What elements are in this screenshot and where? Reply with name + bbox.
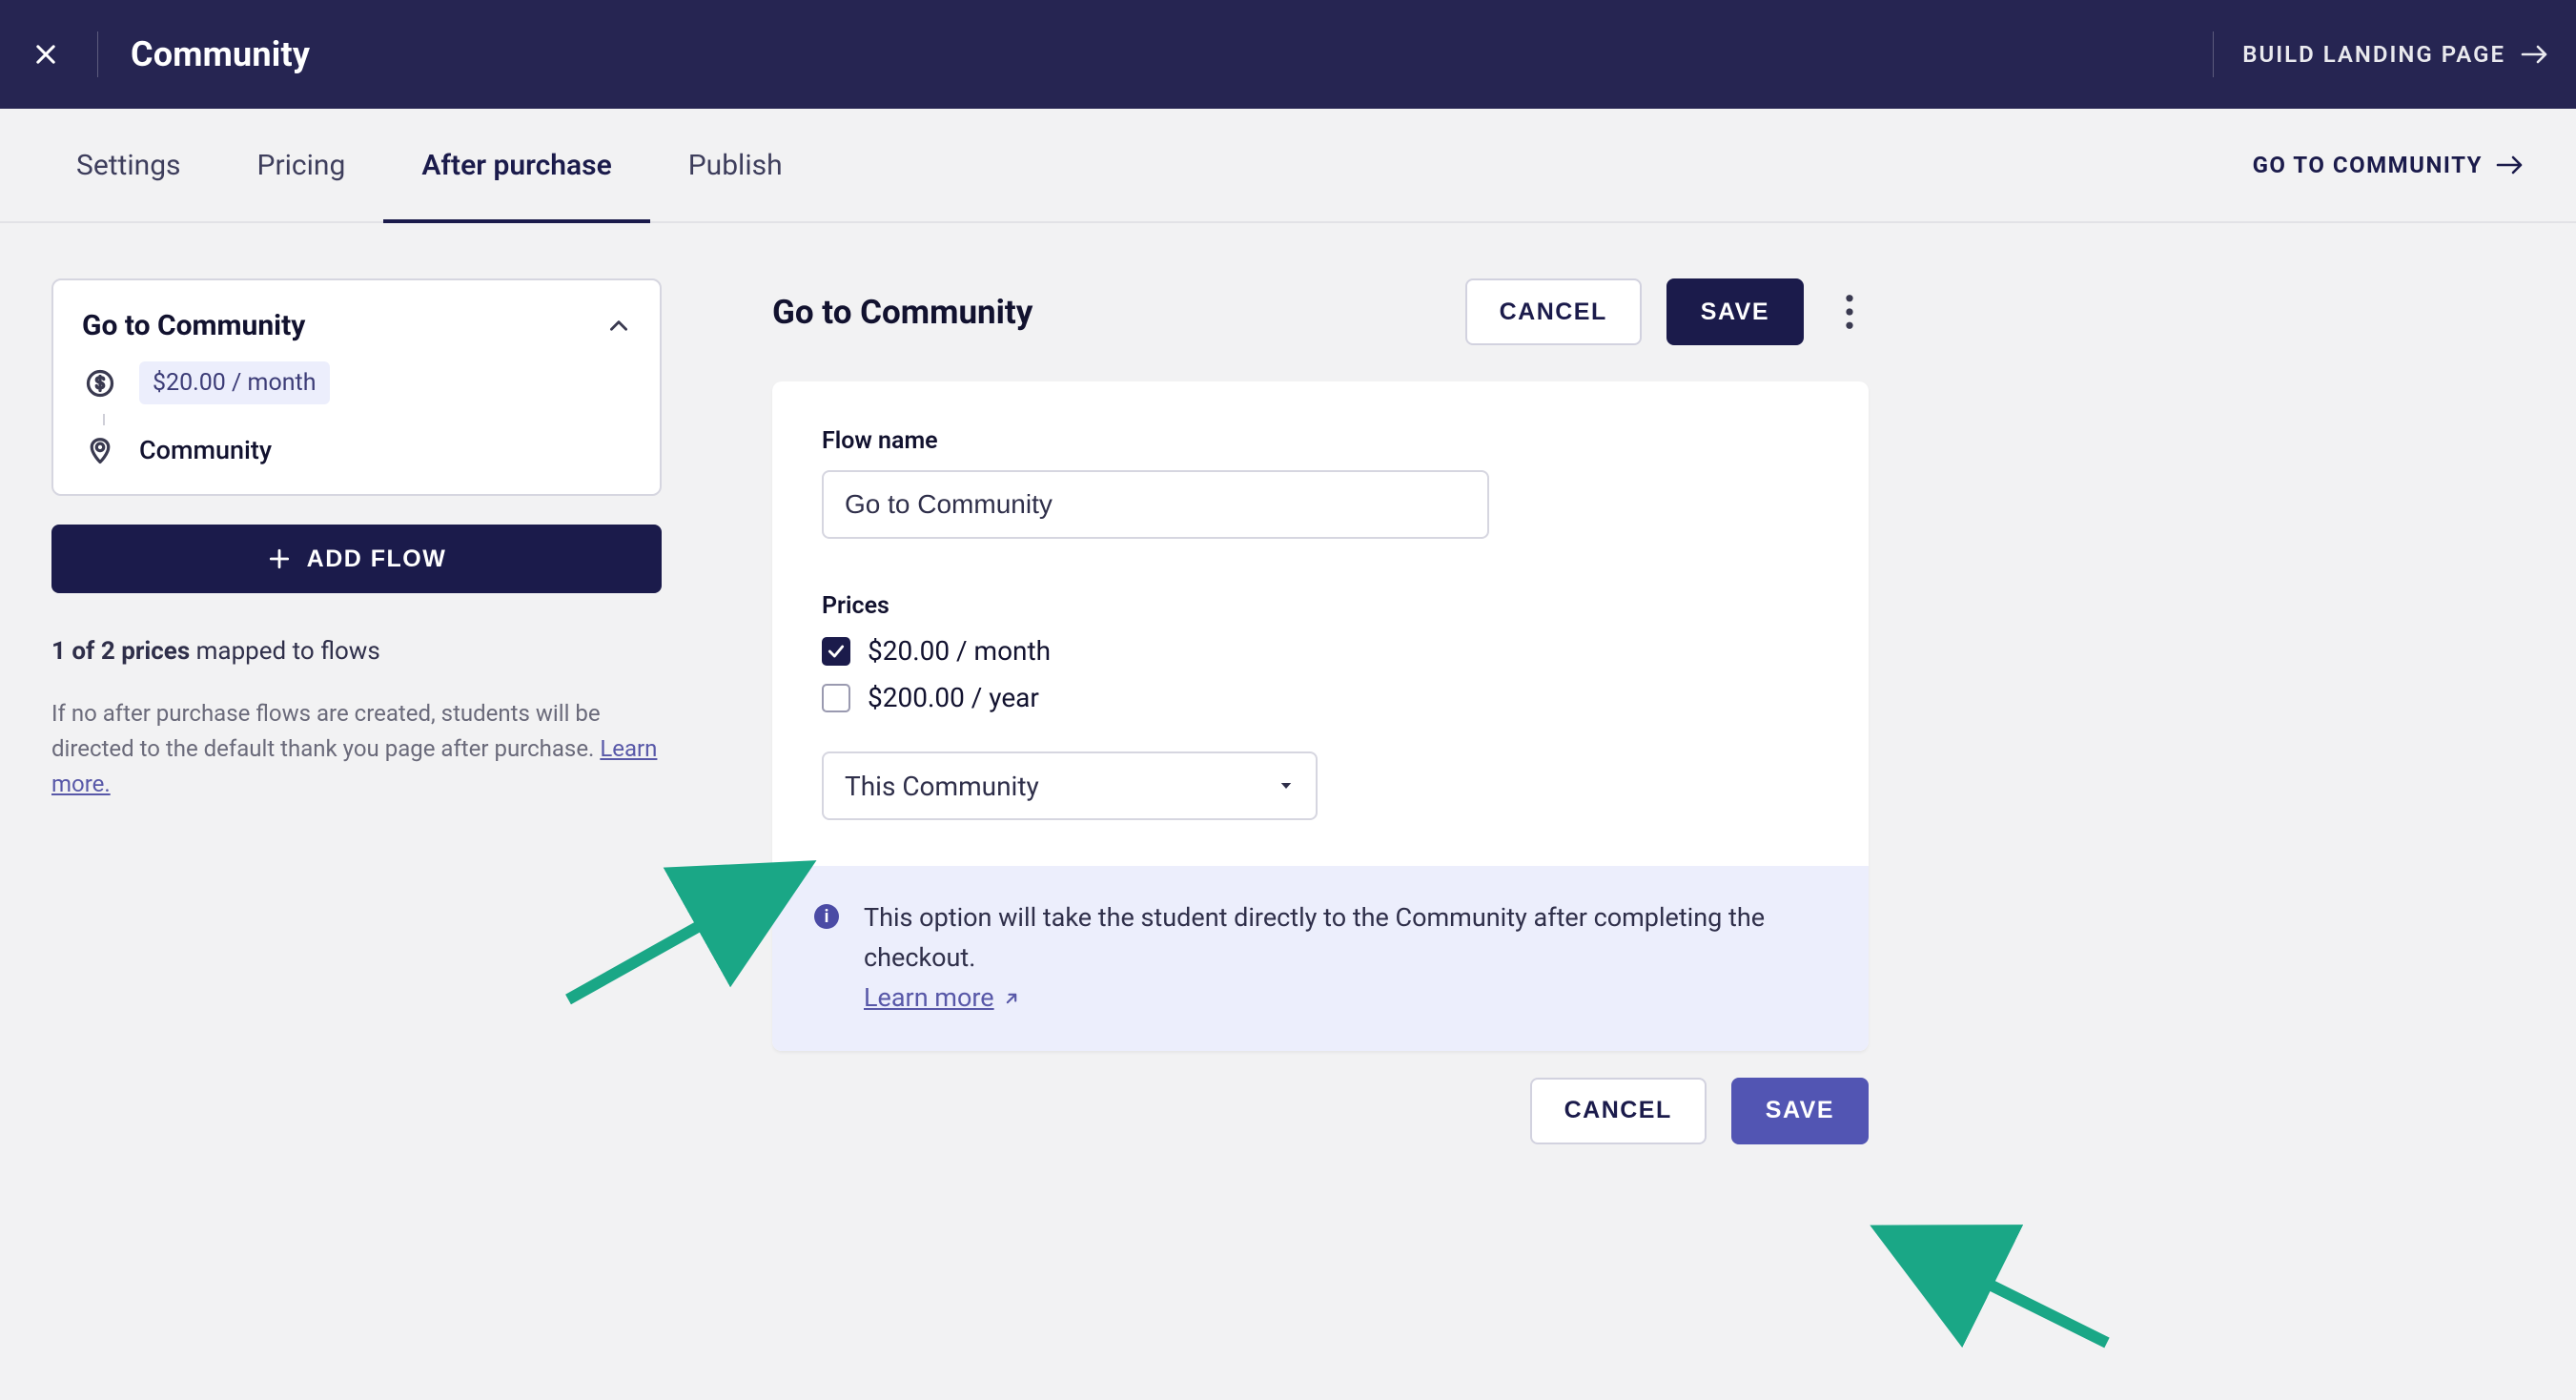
top-bar: Community BUILD LANDING PAGE xyxy=(0,0,2576,109)
kebab-icon xyxy=(1845,294,1854,330)
plus-icon xyxy=(267,546,292,571)
flow-steps: $20.00 / month Community xyxy=(86,361,631,465)
destination-select-value: This Community xyxy=(845,771,1039,802)
mapped-prices-tail: mapped to flows xyxy=(190,637,380,666)
chevron-up-icon xyxy=(606,314,631,339)
tab-settings[interactable]: Settings xyxy=(38,109,219,221)
build-landing-page-label: BUILD LANDING PAGE xyxy=(2242,41,2505,68)
tab-bar: Settings Pricing After purchase Publish … xyxy=(0,109,2576,223)
flow-name-input[interactable] xyxy=(822,470,1489,539)
editor-card-body: Flow name Prices $20.00 / month $200.00 … xyxy=(772,381,1869,866)
go-to-community-link[interactable]: GO TO COMMUNITY xyxy=(2253,109,2538,221)
external-link-icon xyxy=(1002,989,1021,1008)
save-button-bottom[interactable]: SAVE xyxy=(1731,1078,1869,1144)
save-label: SAVE xyxy=(1766,1097,1834,1124)
bottom-actions: CANCEL SAVE xyxy=(772,1078,1869,1144)
tab-publish[interactable]: Publish xyxy=(650,109,821,221)
save-button[interactable]: SAVE xyxy=(1666,278,1804,345)
price-option-1-label: $20.00 / month xyxy=(868,635,1051,667)
sidebar: Go to Community $20.00 / month Community xyxy=(51,278,662,803)
flow-card-title: Go to Community xyxy=(82,309,305,342)
info-icon: i xyxy=(814,904,839,929)
tab-label: Settings xyxy=(76,149,181,182)
info-learn-more-link[interactable]: Learn more xyxy=(864,978,1021,1019)
tab-label: After purchase xyxy=(421,149,611,182)
flow-card-header[interactable]: Go to Community xyxy=(82,309,631,342)
cancel-label: CANCEL xyxy=(1500,299,1607,326)
checkbox-checked-icon xyxy=(822,637,850,666)
info-text: This option will take the student direct… xyxy=(864,898,1827,1019)
destination-select[interactable]: This Community xyxy=(822,751,1318,820)
info-banner: i This option will take the student dire… xyxy=(772,866,1869,1051)
editor-card: Flow name Prices $20.00 / month $200.00 … xyxy=(772,381,1869,1051)
arrow-right-icon xyxy=(2521,44,2549,65)
add-flow-label: ADD FLOW xyxy=(307,546,447,573)
help-text: If no after purchase flows are created, … xyxy=(51,696,662,803)
close-icon xyxy=(32,41,59,68)
flow-name-label: Flow name xyxy=(822,427,1819,455)
editor: Go to Community CANCEL SAVE Flow name Pr… xyxy=(772,278,1869,1144)
annotation-arrow-save xyxy=(1869,1219,2116,1352)
build-landing-page-link[interactable]: BUILD LANDING PAGE xyxy=(2242,41,2549,68)
divider xyxy=(2213,31,2214,77)
price-option-2[interactable]: $200.00 / year xyxy=(822,682,1819,713)
cancel-label: CANCEL xyxy=(1564,1097,1672,1124)
prices-label: Prices xyxy=(822,592,1819,620)
flow-step-price: $20.00 / month xyxy=(86,361,631,404)
flow-connector xyxy=(103,414,105,425)
tab-after-purchase[interactable]: After purchase xyxy=(383,109,649,221)
prices-field: Prices $20.00 / month $200.00 / year xyxy=(822,592,1819,713)
divider xyxy=(97,31,98,77)
dollar-icon xyxy=(86,369,114,398)
editor-heading: Go to Community xyxy=(772,293,1465,332)
flow-step-destination: Community xyxy=(86,435,631,465)
mapped-prices-bold: 1 of 2 prices xyxy=(51,637,190,666)
add-flow-button[interactable]: ADD FLOW xyxy=(51,525,662,593)
flow-name-field: Flow name xyxy=(822,427,1819,539)
go-to-community-label: GO TO COMMUNITY xyxy=(2253,152,2483,178)
tab-label: Publish xyxy=(688,149,783,182)
location-icon xyxy=(86,436,114,464)
tab-label: Pricing xyxy=(257,149,346,182)
cancel-button-bottom[interactable]: CANCEL xyxy=(1530,1078,1707,1144)
cancel-button[interactable]: CANCEL xyxy=(1465,278,1642,345)
editor-header: Go to Community CANCEL SAVE xyxy=(772,278,1869,345)
help-text-body: If no after purchase flows are created, … xyxy=(51,700,601,762)
checkbox-unchecked-icon xyxy=(822,684,850,712)
save-label: SAVE xyxy=(1701,299,1769,326)
tab-pricing[interactable]: Pricing xyxy=(219,109,384,221)
arrow-right-icon xyxy=(2496,154,2525,175)
price-option-2-label: $200.00 / year xyxy=(868,682,1039,713)
flow-step-price-badge: $20.00 / month xyxy=(139,361,330,404)
flow-step-destination-label: Community xyxy=(139,435,272,465)
close-button[interactable] xyxy=(27,35,65,73)
flow-card: Go to Community $20.00 / month Community xyxy=(51,278,662,496)
main-content: Go to Community $20.00 / month Community xyxy=(0,223,2576,1200)
mapped-prices-text: 1 of 2 prices mapped to flows xyxy=(51,637,662,666)
price-option-1[interactable]: $20.00 / month xyxy=(822,635,1819,667)
more-options-button[interactable] xyxy=(1830,278,1869,345)
caret-down-icon xyxy=(1278,777,1295,794)
info-text-body: This option will take the student direct… xyxy=(864,902,1765,973)
page-title: Community xyxy=(131,34,310,74)
info-learn-more-label: Learn more xyxy=(864,978,994,1019)
